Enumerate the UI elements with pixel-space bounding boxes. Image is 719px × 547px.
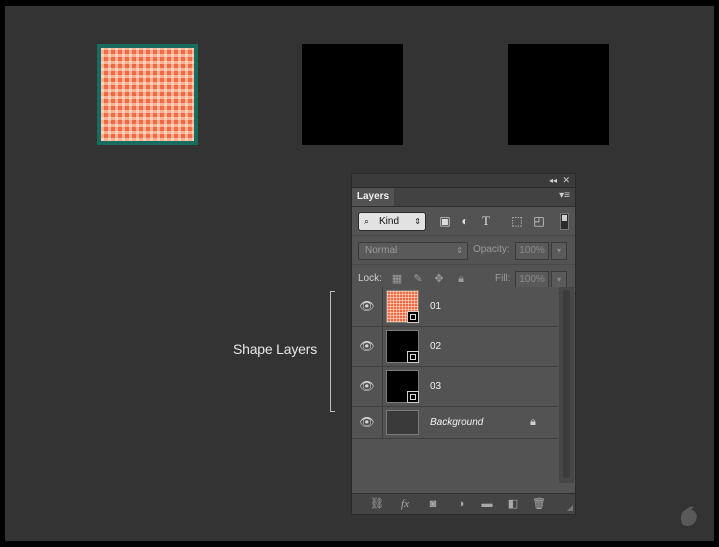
layer-name[interactable]: 02: [430, 327, 441, 366]
fill-label: Fill:: [495, 273, 511, 284]
layer-name[interactable]: Background: [430, 407, 483, 438]
blend-mode-label: Normal: [365, 245, 398, 256]
shape-filter-icon[interactable]: ⬚: [510, 214, 524, 228]
opacity-dropdown-icon[interactable]: ▾: [551, 242, 567, 260]
vector-mask-icon: [407, 311, 419, 323]
tab-layers[interactable]: Layers: [352, 188, 394, 206]
vector-mask-icon: [407, 351, 419, 363]
panel-tab-row: Layers ▾≡: [352, 188, 575, 207]
lock-image-pixels-icon[interactable]: ✎: [411, 271, 425, 287]
search-icon: ⌕: [364, 216, 370, 226]
smart-object-filter-icon[interactable]: ◰: [532, 214, 546, 228]
blend-row: Normal ⇕ Opacity: 100% ▾: [352, 236, 575, 265]
filter-kind-select[interactable]: ⌕ Kind ⇕: [358, 212, 426, 231]
layers-list: 👁︎ 01 👁︎ 02 👁︎ 03 👁︎ Background 🔒︎: [352, 287, 558, 483]
blend-mode-select[interactable]: Normal ⇕: [358, 242, 468, 260]
filter-toggle-switch[interactable]: [560, 213, 569, 230]
visibility-eye-icon[interactable]: 👁︎: [352, 407, 383, 438]
lock-label: Lock:: [358, 273, 382, 284]
panel-titlebar[interactable]: ◂◂ ✕: [352, 174, 575, 188]
opacity-label: Opacity:: [473, 244, 510, 255]
add-mask-icon[interactable]: ◙: [425, 496, 441, 512]
close-icon[interactable]: ✕: [562, 174, 570, 187]
filter-row: ⌕ Kind ⇕ ▣ ◐ T ⬚ ◰: [352, 207, 575, 236]
lock-all-icon[interactable]: 🔒︎: [454, 271, 468, 287]
shape-layer-01-artwork[interactable]: [97, 44, 198, 145]
annotation-bracket: [330, 291, 335, 412]
opacity-input[interactable]: 100%: [515, 242, 549, 260]
shape-layer-02-artwork[interactable]: [302, 44, 403, 145]
layers-scrollbar[interactable]: [559, 287, 574, 483]
resize-grip-icon[interactable]: ◢: [567, 503, 573, 512]
layer-thumbnail[interactable]: [386, 330, 419, 363]
layer-thumbnail[interactable]: [386, 410, 419, 435]
annotation-label: Shape Layers: [233, 341, 317, 357]
layer-thumbnail[interactable]: [386, 370, 419, 403]
layer-name[interactable]: 01: [430, 287, 441, 326]
layer-row-03[interactable]: 👁︎ 03: [352, 367, 558, 407]
watermark-logo-icon: [680, 506, 697, 526]
adjustment-layer-icon[interactable]: ◑: [453, 496, 469, 512]
visibility-eye-icon[interactable]: 👁︎: [352, 287, 383, 326]
lock-transparent-pixels-icon[interactable]: ▦: [390, 271, 404, 287]
document-canvas[interactable]: Shape Layers ◂◂ ✕ Layers ▾≡ ⌕ Kind ⇕ ▣ ◐…: [5, 6, 714, 541]
image-filter-icon[interactable]: ▣: [438, 214, 452, 228]
delete-layer-icon[interactable]: 🗑︎: [531, 496, 547, 512]
shape-layer-03-artwork[interactable]: [508, 44, 609, 145]
chevron-updown-icon: ⇕: [414, 217, 421, 226]
layer-row-background[interactable]: 👁︎ Background 🔒︎: [352, 407, 558, 439]
fx-icon[interactable]: fx: [397, 496, 413, 512]
lock-position-icon[interactable]: ✥: [432, 271, 446, 287]
new-layer-icon[interactable]: ◧: [505, 496, 521, 512]
link-layers-icon[interactable]: ⛓: [369, 496, 385, 512]
visibility-eye-icon[interactable]: 👁︎: [352, 367, 383, 406]
type-filter-icon[interactable]: T: [479, 214, 493, 228]
filter-kind-label: Kind: [379, 216, 400, 227]
vector-mask-icon: [407, 391, 419, 403]
visibility-eye-icon[interactable]: 👁︎: [352, 327, 383, 366]
adjustment-filter-icon[interactable]: ◐: [458, 214, 472, 228]
scrollbar-thumb[interactable]: [563, 290, 570, 478]
layer-row-02[interactable]: 👁︎ 02: [352, 327, 558, 367]
layers-panel: ◂◂ ✕ Layers ▾≡ ⌕ Kind ⇕ ▣ ◐ T ⬚ ◰ Normal…: [351, 173, 576, 515]
collapse-icon[interactable]: ◂◂: [549, 174, 557, 187]
layer-name[interactable]: 03: [430, 367, 441, 406]
lock-icon: 🔒︎: [530, 416, 536, 428]
layer-thumbnail[interactable]: [386, 290, 419, 323]
panel-menu-icon[interactable]: ▾≡: [559, 190, 570, 201]
layer-row-01[interactable]: 👁︎ 01: [352, 287, 558, 327]
panel-bottom-bar: ⛓ fx ◙ ◑ ▬ ◧ 🗑︎ ◢: [352, 493, 575, 514]
new-group-icon[interactable]: ▬: [479, 496, 495, 512]
chevron-updown-icon: ⇕: [456, 246, 463, 255]
